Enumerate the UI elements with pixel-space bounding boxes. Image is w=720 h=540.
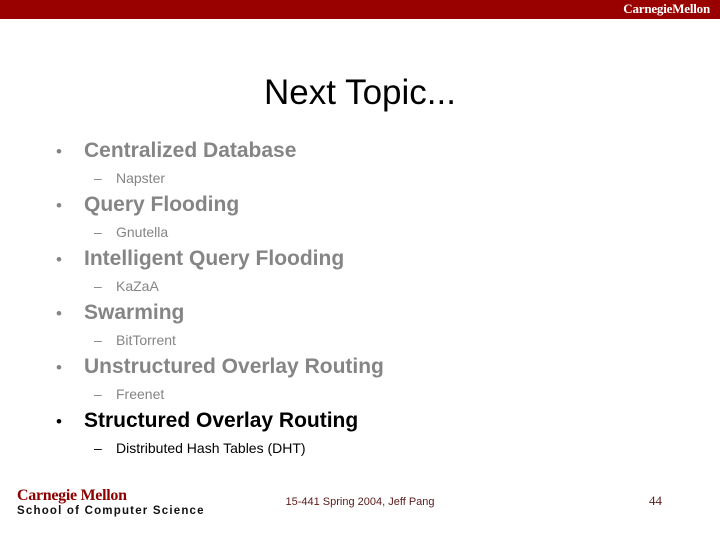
- bullet-dot-icon: •: [56, 196, 62, 215]
- topic-group-unstructured-overlay-routing: • Unstructured Overlay Routing – Freenet: [0, 352, 720, 406]
- sub-bullet-item: – Distributed Hash Tables (DHT): [0, 436, 720, 460]
- sub-bullet-item: – Gnutella: [0, 220, 720, 244]
- sub-bullet-item: – Napster: [0, 166, 720, 190]
- sub-bullet-label: BitTorrent: [116, 332, 176, 348]
- bullet-label: Swarming: [84, 301, 185, 324]
- bullet-item: • Intelligent Query Flooding: [0, 244, 720, 274]
- sub-bullet-item: – KaZaA: [0, 274, 720, 298]
- sub-bullet-label: Napster: [116, 170, 166, 186]
- header-bar: CarnegieMellon: [0, 0, 720, 19]
- topic-group-intelligent-query-flooding: • Intelligent Query Flooding – KaZaA: [0, 244, 720, 298]
- bullet-label: Unstructured Overlay Routing: [84, 355, 384, 378]
- dash-icon: –: [94, 386, 102, 402]
- slide-title: Next Topic...: [264, 73, 456, 112]
- sub-bullet-label: Gnutella: [116, 224, 169, 240]
- bullet-dot-icon: •: [56, 304, 62, 323]
- bullet-dot-icon: •: [56, 358, 62, 377]
- dash-icon: –: [94, 332, 102, 348]
- dash-icon: –: [94, 440, 102, 456]
- slide-page-number: 44: [649, 493, 662, 508]
- dash-icon: –: [94, 224, 102, 240]
- bullet-label: Centralized Database: [84, 139, 297, 162]
- carnegie-mellon-wordmark-header: CarnegieMellon: [623, 1, 710, 16]
- bullet-label: Intelligent Query Flooding: [84, 247, 345, 270]
- bullet-label: Structured Overlay Routing: [84, 409, 359, 432]
- bullet-label: Query Flooding: [84, 193, 240, 216]
- footer-course-info: 15-441 Spring 2004, Jeff Pang: [285, 496, 435, 508]
- sub-bullet-label: Distributed Hash Tables (DHT): [116, 440, 306, 456]
- topic-group-centralized-database: • Centralized Database – Napster: [0, 136, 720, 190]
- topic-group-query-flooding: • Query Flooding – Gnutella: [0, 190, 720, 244]
- sub-bullet-label: Freenet: [116, 386, 165, 402]
- bullet-item: • Structured Overlay Routing: [0, 406, 720, 436]
- topic-outline-list: • Centralized Database – Napster • Query…: [0, 136, 720, 460]
- bullet-dot-icon: •: [56, 250, 62, 269]
- bullet-dot-icon: •: [56, 412, 62, 431]
- bullet-item: • Centralized Database: [0, 136, 720, 166]
- topic-group-swarming: • Swarming – BitTorrent: [0, 298, 720, 352]
- topic-group-structured-overlay-routing: • Structured Overlay Routing – Distribut…: [0, 406, 720, 460]
- sub-bullet-label: KaZaA: [116, 278, 159, 294]
- bullet-item: • Unstructured Overlay Routing: [0, 352, 720, 382]
- bullet-item: • Query Flooding: [0, 190, 720, 220]
- sub-bullet-item: – BitTorrent: [0, 328, 720, 352]
- dash-icon: –: [94, 278, 102, 294]
- bullet-dot-icon: •: [56, 142, 62, 161]
- bullet-item: • Swarming: [0, 298, 720, 328]
- sub-bullet-item: – Freenet: [0, 382, 720, 406]
- dash-icon: –: [94, 170, 102, 186]
